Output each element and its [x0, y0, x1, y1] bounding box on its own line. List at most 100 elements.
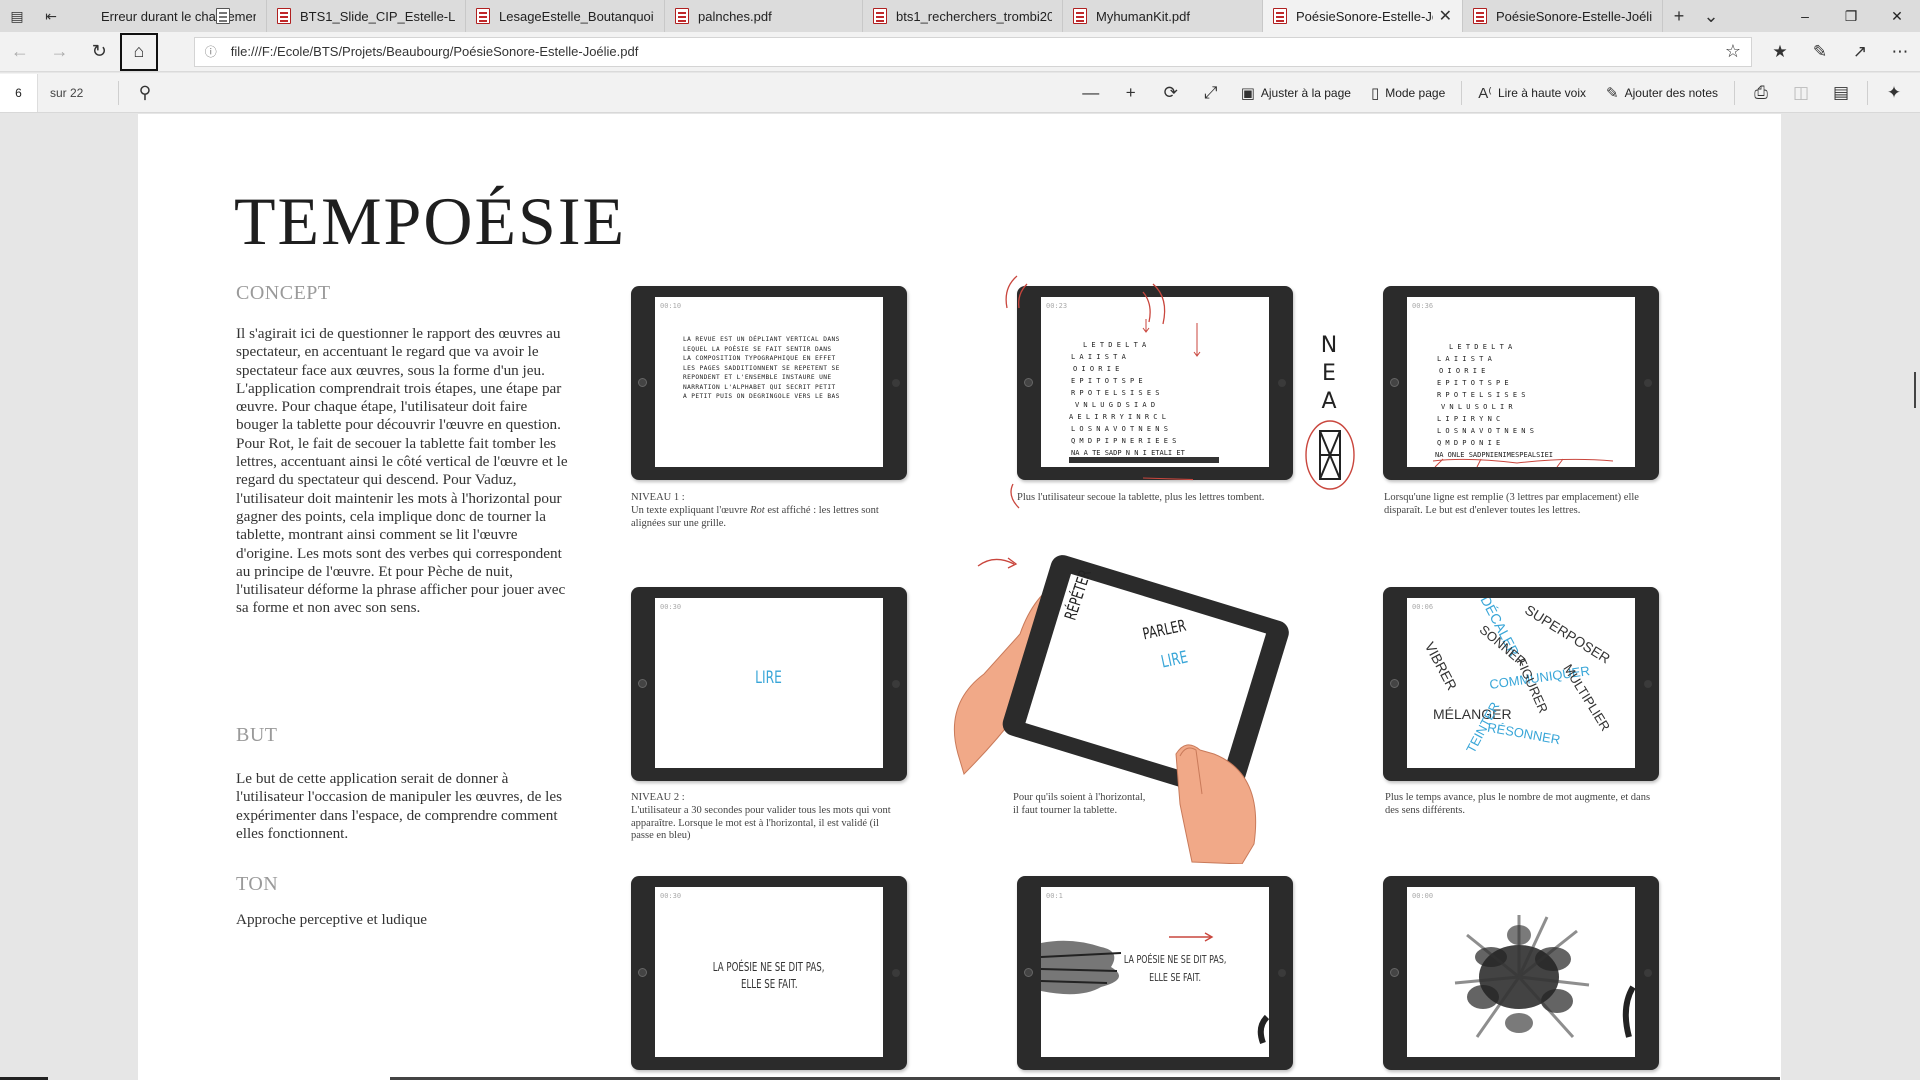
restore-icon[interactable]: ❐ — [1828, 0, 1874, 32]
home-button-icon — [892, 680, 900, 688]
rotate-icon[interactable]: ⟳ — [1151, 73, 1191, 113]
pdf-toolbar: 6 sur 22 ⚲ — + ⟳ ⤢ ▣ Ajuster à la page ▯ M… — [0, 73, 1920, 113]
page-mode-button[interactable]: ▯ Mode page — [1361, 73, 1455, 113]
refresh-icon[interactable]: ↻ — [79, 32, 119, 72]
word-cloud-item: SUPERPOSER — [1522, 601, 1614, 667]
tab-label: BTS1_Slide_CIP_Estelle-Lesa — [300, 8, 455, 24]
tablet-level1-text: 00:10 LA REVUE EST UN DÉPLIANT VERTICAL … — [631, 286, 907, 480]
camera-icon — [1390, 968, 1399, 977]
favorites-hub-icon[interactable]: ★ — [1760, 32, 1800, 72]
tower-letters-graphic — [1305, 420, 1355, 490]
tab-error[interactable]: Erreur durant le chargemen — [68, 0, 267, 32]
zoom-in-icon[interactable]: + — [1111, 73, 1151, 113]
poem-sentence: LA POÉSIE NE SE DIT PAS, ELLE SE FAIT. — [655, 959, 883, 993]
timer-label: 00:30 — [660, 892, 682, 900]
but-body: Le but de cette application serait de do… — [236, 770, 563, 842]
tab-trombi[interactable]: bts1_recherchers_trombi201 — [863, 0, 1063, 32]
but-heading: BUT — [236, 724, 278, 746]
tablet-level3-smear: 00:1 LA POÉSIE NE SE DIT PAS, ELLE SE FA… — [1017, 876, 1293, 1070]
page-number-input[interactable]: 6 — [0, 73, 38, 112]
tab-label: MyhumanKit.pdf — [1096, 8, 1190, 24]
pin-toolbar-icon[interactable]: ✦ — [1874, 73, 1914, 113]
pdf-icon — [476, 8, 490, 24]
timer-label: 00:30 — [660, 603, 682, 611]
tab-lesage[interactable]: LesageEstelle_BoutanquoiV — [466, 0, 665, 32]
tab-poesie-sonore[interactable]: PoésieSonore-Estelle-Joélie — [1463, 0, 1663, 32]
back-icon[interactable]: ← — [0, 32, 40, 72]
tab-label: LesageEstelle_BoutanquoiV — [499, 8, 654, 24]
browser-actions: ★ ✎ ↗ ⋯ — [1760, 32, 1920, 72]
chevron-down-icon[interactable]: ⌄ — [1695, 0, 1727, 32]
tablet-lines-removed: 00:36 L E T D E L T A L A I I S T A O I … — [1383, 286, 1659, 480]
tab-label: palnches.pdf — [698, 8, 772, 24]
tab-label: Erreur durant le chargemen — [101, 8, 256, 24]
camera-icon — [1390, 679, 1399, 688]
tab-palnches[interactable]: palnches.pdf — [665, 0, 863, 32]
print-icon[interactable]: ⎙ — [1741, 73, 1781, 113]
save-as-icon[interactable]: ▤ — [1821, 73, 1861, 113]
divider — [118, 80, 119, 105]
tablet-level3-sentence: 00:30 LA POÉSIE NE SE DIT PAS, ELLE SE F… — [631, 876, 907, 1070]
save-icon[interactable]: ◫ — [1781, 73, 1821, 113]
home-icon[interactable]: ⌂ — [120, 32, 158, 71]
svg-text:NA ONLE SADPNIENIMESPEALSIEI: NA ONLE SADPNIENIMESPEALSIEI — [1435, 451, 1553, 459]
svg-text:L I P I R Y N C: L I P I R Y N C — [1437, 415, 1500, 423]
tablet-screen: 00:30 LIRE — [655, 598, 883, 768]
close-window-icon[interactable]: ✕ — [1874, 0, 1920, 32]
pen-icon: ✎ — [1606, 84, 1619, 102]
caption-shake: Plus l'utilisateur secoue la tablette, p… — [1017, 492, 1265, 503]
tab-actions-icon[interactable]: ▤ — [0, 0, 34, 32]
divider — [1734, 80, 1735, 105]
new-tab-icon[interactable]: + — [1663, 0, 1695, 32]
info-icon[interactable]: ⓘ — [205, 43, 221, 60]
home-button-icon — [1644, 969, 1652, 977]
camera-icon — [638, 378, 647, 387]
zoom-out-icon[interactable]: — — [1071, 73, 1111, 113]
caption-level1: NIVEAU 1 : Un texte expliquant l'œuvre R… — [631, 492, 901, 530]
add-notes-button[interactable]: ✎ Ajouter des notes — [1596, 73, 1728, 113]
rot-explanation-text: LA REVUE EST UN DÉPLIANT VERTICAL DANS L… — [683, 336, 840, 400]
read-aloud-button[interactable]: A⁽ Lire à haute voix — [1468, 73, 1596, 113]
share-icon[interactable]: ↗ — [1840, 32, 1880, 72]
pen-icon[interactable]: ✎ — [1800, 32, 1840, 72]
more-icon[interactable]: ⋯ — [1880, 32, 1920, 72]
forward-icon[interactable]: → — [40, 32, 80, 72]
set-tabs-aside-icon[interactable]: ⇤ — [34, 0, 68, 32]
shake-motion-lines — [1005, 275, 1193, 509]
pdf-icon — [277, 8, 291, 24]
caption-word-cloud: Plus le temps avance, plus le nombre de … — [1385, 792, 1651, 816]
minimize-icon[interactable]: – — [1782, 0, 1828, 32]
page-icon — [216, 8, 230, 24]
pdf-icon — [1073, 8, 1087, 24]
tablet-level3-burst: 00:00 — [1383, 876, 1659, 1070]
caption-text: L'utilisateur a 30 secondes pour valider… — [631, 804, 891, 842]
poem-line: ELLE SE FAIT. — [1149, 971, 1201, 984]
camera-icon — [1024, 968, 1033, 977]
fit-page-button[interactable]: ▣ Ajuster à la page — [1231, 73, 1361, 113]
pdf-viewer[interactable]: TEMPOÉSIE CONCEPT Il s'agirait ici de qu… — [0, 114, 1920, 1080]
fit-page-label: Ajuster à la page — [1260, 85, 1351, 100]
svg-text:V N L U S O L I R: V N L U S O L I R — [1441, 403, 1513, 411]
tab-bts1-slide[interactable]: BTS1_Slide_CIP_Estelle-Lesa — [267, 0, 466, 32]
poem-line: LA POÉSIE NE SE DIT PAS, — [713, 960, 825, 974]
caption-line: Pour qu'ils soient à l'horizontal, — [1013, 792, 1146, 803]
page-count: sur 22 — [50, 85, 84, 100]
home-button-icon — [1644, 379, 1652, 387]
camera-icon — [638, 679, 647, 688]
close-tab-icon[interactable]: ✕ — [1439, 6, 1452, 26]
tab-poesie-sonore-active[interactable]: PoésieSonore-Estelle-Jc ✕ — [1263, 0, 1463, 32]
tablet-screen: 00:06 DÉCALER SUPERPOSER SONNER VIBRER C… — [1407, 598, 1635, 768]
caption-text-part: Un texte expliquant l'œuvre — [631, 504, 751, 516]
svg-text:L A I I S T A: L A I I S T A — [1437, 355, 1493, 363]
vertical-scrollbar[interactable] — [1914, 372, 1916, 408]
divider — [1461, 80, 1463, 105]
address-field[interactable]: ⓘ file:///F:/Ecole/BTS/Projets/Beaubourg… — [193, 36, 1752, 67]
page-mode-label: Mode page — [1385, 85, 1446, 100]
favorite-star-icon[interactable]: ☆ — [1725, 41, 1741, 62]
page-mode-icon: ▯ — [1370, 84, 1380, 102]
fullscreen-icon[interactable]: ⤢ — [1191, 73, 1231, 113]
search-icon[interactable]: ⚲ — [125, 73, 165, 113]
ton-heading: TON — [236, 873, 279, 895]
pdf-icon — [1473, 8, 1487, 24]
tab-myhumankit[interactable]: MyhumanKit.pdf — [1063, 0, 1263, 32]
